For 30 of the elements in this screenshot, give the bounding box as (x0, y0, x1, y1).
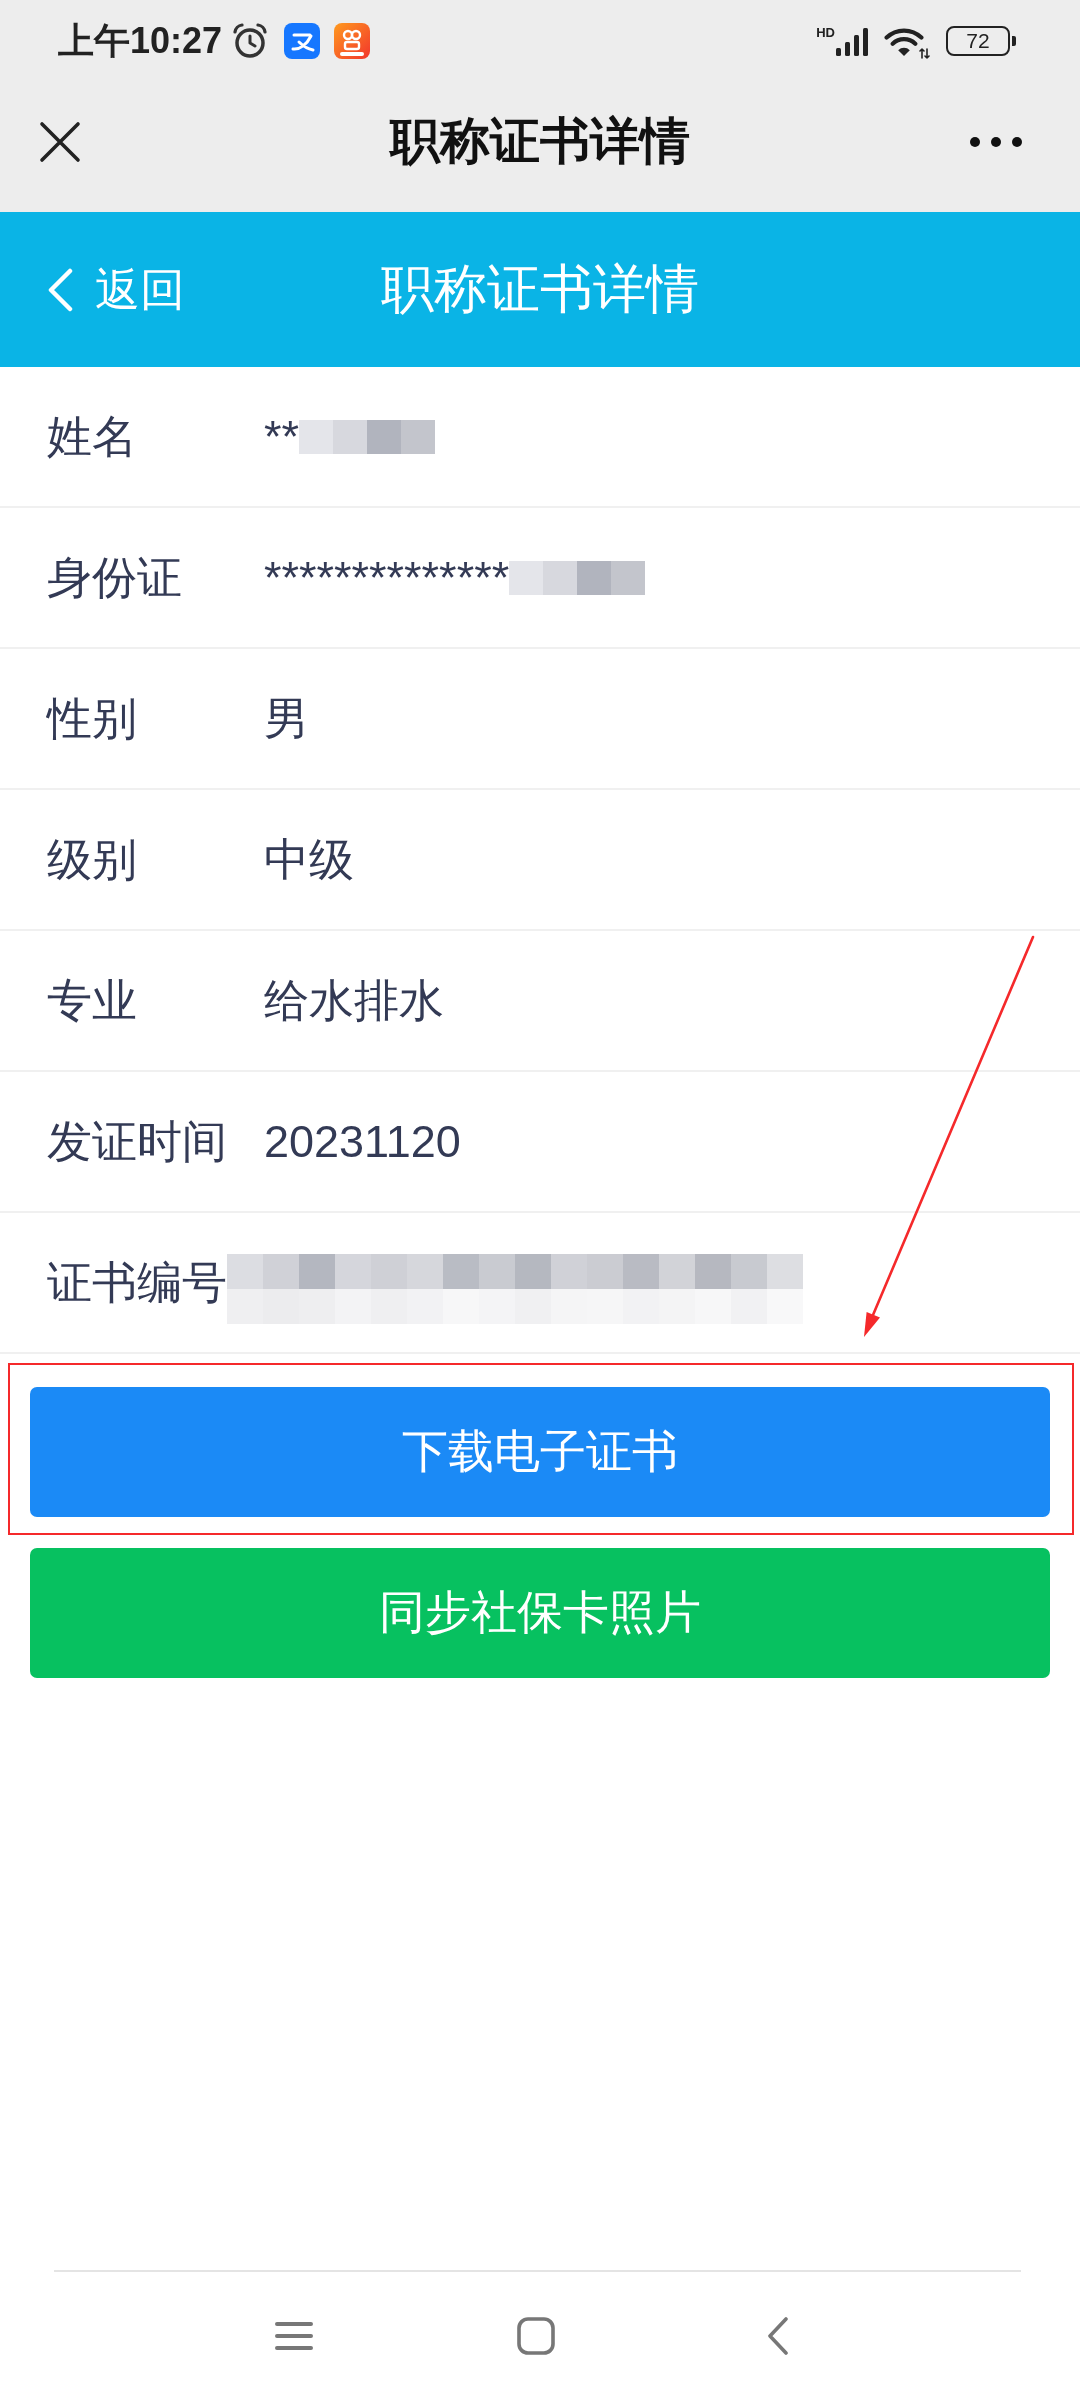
action-button[interactable]: 下载电子证书 (30, 1387, 1050, 1517)
back-chevron-icon (47, 267, 73, 312)
action-button[interactable]: 同步社保卡照片 (30, 1548, 1050, 1678)
detail-value: 男 (264, 691, 309, 746)
signal-icon (836, 28, 870, 56)
detail-label: 专业 (47, 973, 138, 1028)
network-type: HD (816, 26, 835, 39)
detail-label: 性别 (47, 691, 138, 746)
detail-label: 身份证 (47, 550, 183, 605)
back-button[interactable]: 返回 (47, 263, 185, 316)
home-icon[interactable] (517, 2317, 555, 2355)
back-icon[interactable] (767, 2317, 789, 2355)
detail-value: ** (264, 409, 300, 464)
detail-label: 姓名 (47, 409, 138, 464)
detail-label: 发证时间 (47, 1114, 228, 1169)
app-icon (334, 23, 371, 59)
app-icon (284, 23, 321, 59)
detail-value: 中级 (264, 832, 354, 887)
page-title: 职称证书详情 (390, 113, 690, 171)
detail-value: 20231120 (264, 1114, 461, 1169)
battery-indicator: 72 (946, 26, 1016, 56)
detail-label: 证书编号 (47, 1255, 228, 1310)
menu-icon[interactable] (275, 2321, 313, 2351)
detail-label: 级别 (47, 832, 138, 887)
clock-time: 上午10:27 (58, 23, 223, 59)
header-title: 职称证书详情 (381, 259, 699, 320)
detail-value: 给水排水 (264, 973, 444, 1028)
detail-value: ************** (264, 550, 510, 605)
close-icon[interactable] (39, 121, 81, 163)
more-options-icon[interactable] (969, 136, 1023, 148)
